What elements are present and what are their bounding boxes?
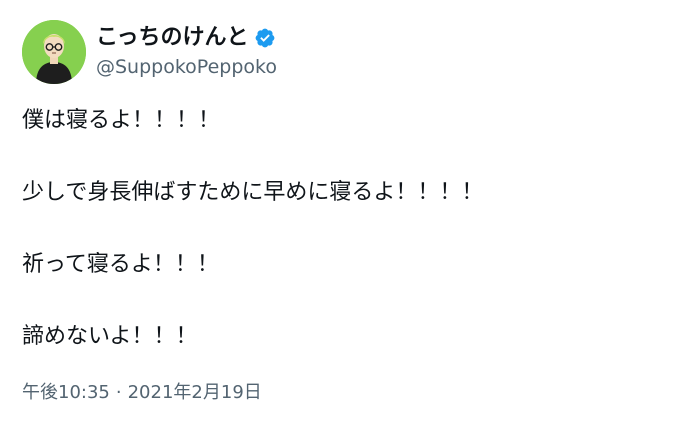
tweet-card: こっちのけんと @SuppokoPeppoko 僕は寝るよ！！！！ 少しで身長伸…	[0, 0, 692, 428]
name-row: こっちのけんと	[96, 24, 277, 52]
verified-badge-icon	[256, 28, 275, 48]
user-names: こっちのけんと @SuppokoPeppoko	[96, 24, 277, 80]
tweet-line: 祈って寝るよ！！！	[22, 252, 219, 277]
avatar[interactable]	[22, 20, 86, 84]
meta-separator: ·	[115, 382, 122, 403]
tweet-timestamp[interactable]: 午後10:35 · 2021年2月19日	[22, 380, 262, 406]
tweet-line: 諦めないよ！！！	[22, 324, 198, 349]
avatar-illustration-icon	[22, 20, 86, 84]
tweet-text: 僕は寝るよ！！！！ 少しで身長伸ばすために早めに寝るよ！！！！ 祈って寝るよ！！…	[22, 106, 672, 352]
display-name[interactable]: こっちのけんと	[96, 24, 248, 52]
tweet-header: こっちのけんと @SuppokoPeppoko	[22, 20, 277, 84]
tweet-line: 僕は寝るよ！！！！	[22, 108, 221, 133]
tweet-line: 少しで身長伸ばすために早めに寝るよ！！！！	[22, 180, 484, 205]
tweet-date: 2021年2月19日	[127, 382, 262, 403]
tweet-time: 午後10:35	[22, 382, 110, 403]
user-handle[interactable]: @SuppokoPeppoko	[96, 54, 277, 80]
